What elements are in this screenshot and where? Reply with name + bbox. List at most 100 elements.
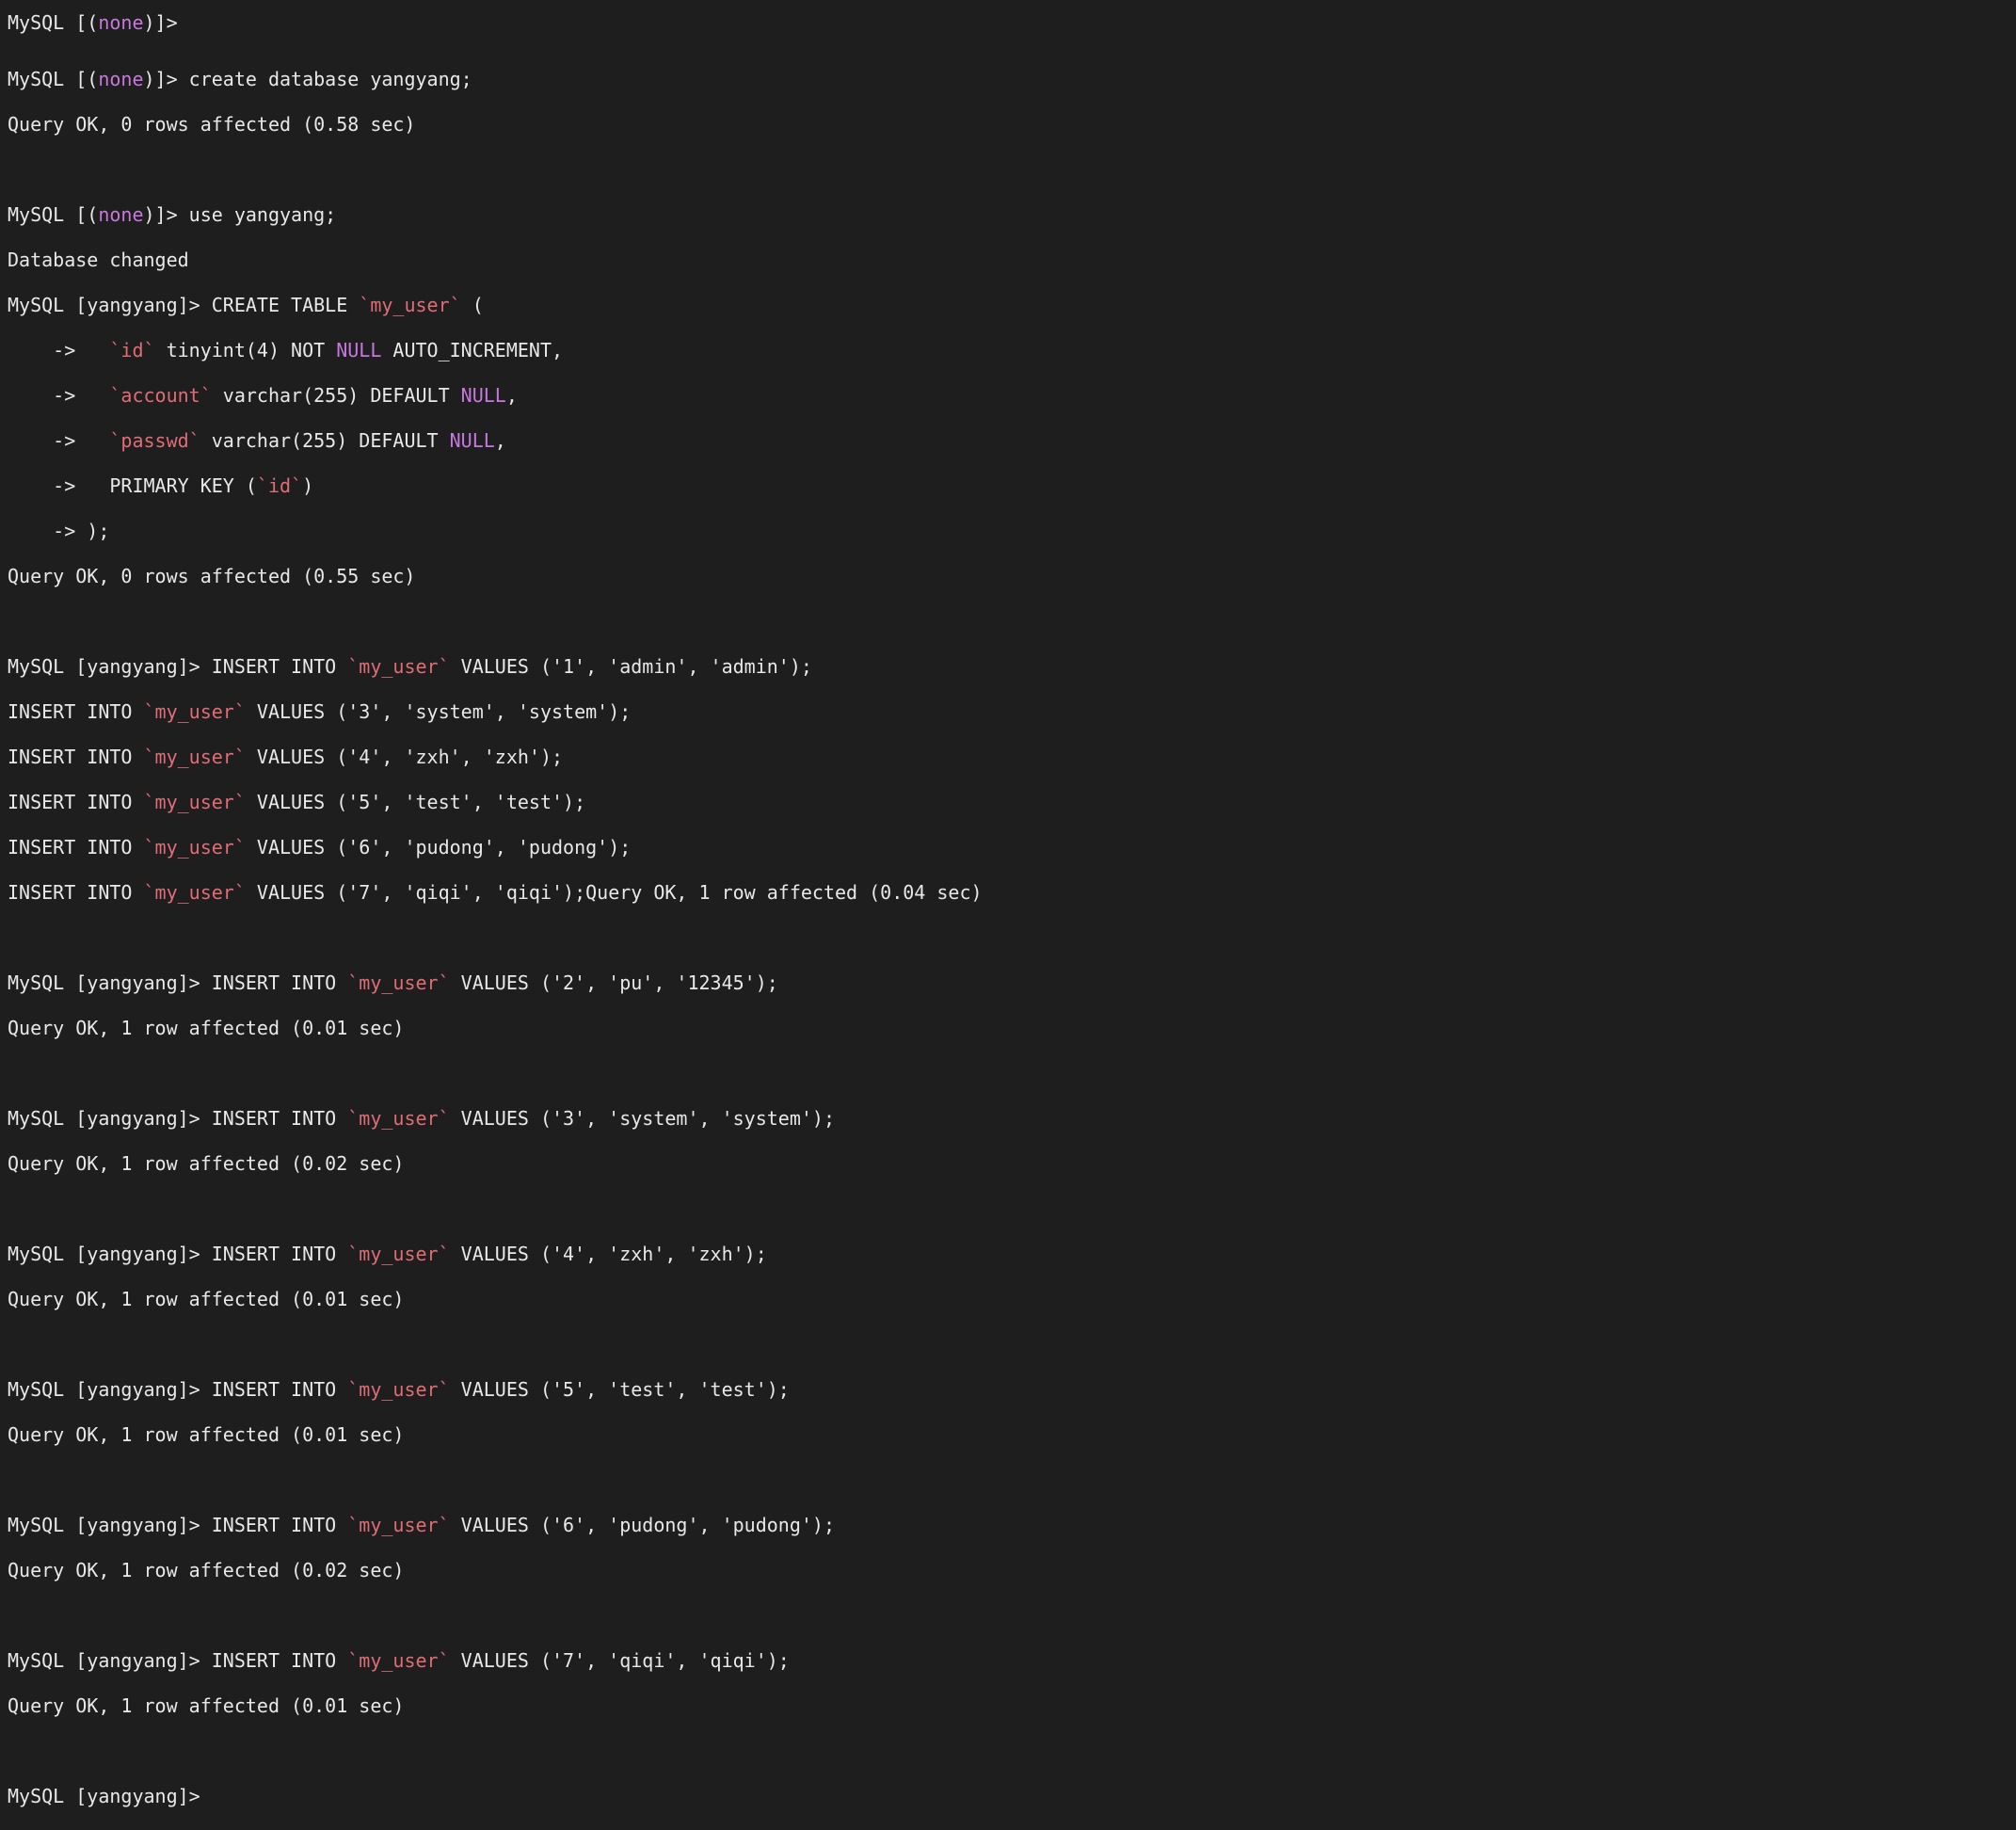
terminal-line: -> ); (8, 520, 2016, 542)
result-text: Query OK, 1 row affected (0.01 sec) (8, 1694, 404, 1717)
identifier-my-user: `my_user` (144, 791, 246, 813)
terminal-line: Query OK, 1 row affected (0.01 sec) (8, 1423, 2016, 1446)
sql-text: MySQL [yangyang]> INSERT INTO (8, 1107, 347, 1130)
blank-line (8, 1604, 2016, 1627)
result-text: Query OK, 1 row affected (0.02 sec) (8, 1152, 404, 1175)
none-token: none (98, 68, 143, 90)
terminal-line: MySQL [yangyang]> (8, 1785, 2016, 1807)
sql-text: VALUES ('5', 'test', 'test'); (246, 791, 585, 813)
sql-text: varchar(255) DEFAULT (212, 384, 461, 407)
identifier-my-user: `my_user` (347, 1378, 449, 1401)
sql-text: -> ); (8, 520, 109, 542)
identifier-my-user: `my_user` (347, 1107, 449, 1130)
result-text: Query OK, 1 row affected (0.01 sec) (8, 1423, 404, 1446)
terminal-line: MySQL [(none)]> (8, 11, 2016, 34)
sql-text: , (495, 429, 506, 452)
identifier-my-user: `my_user` (144, 836, 246, 859)
terminal-line: Query OK, 1 row affected (0.01 sec) (8, 1694, 2016, 1717)
terminal-line: MySQL [yangyang]> CREATE TABLE `my_user`… (8, 294, 2016, 316)
identifier-id: `id` (109, 339, 154, 361)
continuation-arrow: -> (8, 339, 109, 361)
terminal-line: -> `account` varchar(255) DEFAULT NULL, (8, 384, 2016, 407)
null-token: NULL (336, 339, 381, 361)
sql-text: )]> use yangyang; (144, 203, 337, 226)
terminal-line: MySQL [yangyang]> INSERT INTO `my_user` … (8, 1514, 2016, 1536)
identifier-my-user: `my_user` (144, 746, 246, 768)
continuation-arrow: -> (8, 429, 109, 452)
blank-line (8, 1740, 2016, 1762)
terminal-output[interactable]: MySQL [(none)]> MySQL [(none)]> create d… (0, 0, 2016, 1830)
continuation-arrow: -> (8, 384, 109, 407)
terminal-line: INSERT INTO `my_user` VALUES ('6', 'pudo… (8, 836, 2016, 859)
sql-text: VALUES ('4', 'zxh', 'zxh'); (450, 1243, 767, 1265)
terminal-line: MySQL [yangyang]> INSERT INTO `my_user` … (8, 971, 2016, 994)
result-text: Query OK, 0 rows affected (0.55 sec) (8, 565, 415, 587)
sql-text: VALUES ('1', 'admin', 'admin'); (450, 655, 812, 678)
blank-line (8, 1062, 2016, 1084)
sql-text: VALUES ('6', 'pudong', 'pudong'); (450, 1514, 835, 1536)
sql-text: MySQL [yangyang]> INSERT INTO (8, 1378, 347, 1401)
identifier-my-user: `my_user` (347, 655, 449, 678)
blank-line (8, 1333, 2016, 1356)
terminal-line: -> `id` tinyint(4) NOT NULL AUTO_INCREME… (8, 339, 2016, 361)
null-token: NULL (461, 384, 506, 407)
sql-text: -> PRIMARY KEY ( (8, 474, 257, 497)
result-text: Query OK, 1 row affected (0.02 sec) (8, 1559, 404, 1581)
sql-text: VALUES ('2', 'pu', '12345'); (450, 971, 778, 994)
blank-line (8, 926, 2016, 949)
identifier-my-user: `my_user` (359, 294, 460, 316)
sql-text: ) (302, 474, 313, 497)
sql-text: MySQL [yangyang]> CREATE TABLE (8, 294, 359, 316)
terminal-line: MySQL [yangyang]> INSERT INTO `my_user` … (8, 655, 2016, 678)
result-text: Query OK, 1 row affected (0.01 sec) (8, 1017, 404, 1039)
result-text: Query OK, 0 rows affected (0.58 sec) (8, 113, 415, 136)
terminal-line: MySQL [(none)]> use yangyang; (8, 203, 2016, 226)
sql-text: INSERT INTO (8, 746, 144, 768)
sql-text: MySQL [yangyang]> INSERT INTO (8, 971, 347, 994)
terminal-line: INSERT INTO `my_user` VALUES ('7', 'qiqi… (8, 881, 2016, 904)
sql-text: VALUES ('3', 'system', 'system'); (246, 700, 631, 723)
identifier-id: `id` (257, 474, 302, 497)
sql-text: VALUES ('6', 'pudong', 'pudong'); (246, 836, 631, 859)
prompt-segment: )]> (144, 11, 178, 34)
terminal-line: Query OK, 1 row affected (0.01 sec) (8, 1288, 2016, 1310)
blank-line (8, 158, 2016, 181)
blank-line (8, 610, 2016, 633)
sql-text: AUTO_INCREMENT, (381, 339, 563, 361)
prompt-segment: MySQL [( (8, 68, 98, 90)
sql-text: varchar(255) DEFAULT (200, 429, 450, 452)
terminal-line: MySQL [yangyang]> INSERT INTO `my_user` … (8, 1107, 2016, 1130)
terminal-line: -> PRIMARY KEY (`id`) (8, 474, 2016, 497)
none-token: none (98, 203, 143, 226)
sql-text: VALUES ('7', 'qiqi', 'qiqi'); (450, 1649, 790, 1672)
terminal-line: MySQL [(none)]> create database yangyang… (8, 68, 2016, 90)
sql-text: INSERT INTO (8, 700, 144, 723)
terminal-line: Query OK, 1 row affected (0.02 sec) (8, 1559, 2016, 1581)
terminal-line: Database changed (8, 249, 2016, 271)
sql-text: VALUES ('3', 'system', 'system'); (450, 1107, 835, 1130)
sql-text: ( (461, 294, 484, 316)
sql-text: MySQL [yangyang]> INSERT INTO (8, 1649, 347, 1672)
identifier-my-user: `my_user` (144, 881, 246, 904)
terminal-line: MySQL [yangyang]> INSERT INTO `my_user` … (8, 1378, 2016, 1401)
identifier-account: `account` (109, 384, 211, 407)
result-text: Query OK, 1 row affected (0.01 sec) (8, 1288, 404, 1310)
terminal-line: INSERT INTO `my_user` VALUES ('5', 'test… (8, 791, 2016, 813)
terminal-line: INSERT INTO `my_user` VALUES ('4', 'zxh'… (8, 746, 2016, 768)
identifier-my-user: `my_user` (347, 1514, 449, 1536)
sql-text: VALUES ('5', 'test', 'test'); (450, 1378, 790, 1401)
sql-text: INSERT INTO (8, 836, 144, 859)
sql-text: )]> create database yangyang; (144, 68, 472, 90)
result-text: Database changed (8, 249, 189, 271)
sql-text: INSERT INTO (8, 881, 144, 904)
identifier-my-user: `my_user` (347, 1649, 449, 1672)
null-token: NULL (450, 429, 495, 452)
sql-text: VALUES ('4', 'zxh', 'zxh'); (246, 746, 563, 768)
sql-text: MySQL [yangyang]> INSERT INTO (8, 655, 347, 678)
none-token: none (98, 11, 143, 34)
sql-text: tinyint(4) NOT (155, 339, 337, 361)
blank-line (8, 1469, 2016, 1491)
identifier-my-user: `my_user` (347, 1243, 449, 1265)
identifier-passwd: `passwd` (109, 429, 200, 452)
sql-text: , (506, 384, 518, 407)
